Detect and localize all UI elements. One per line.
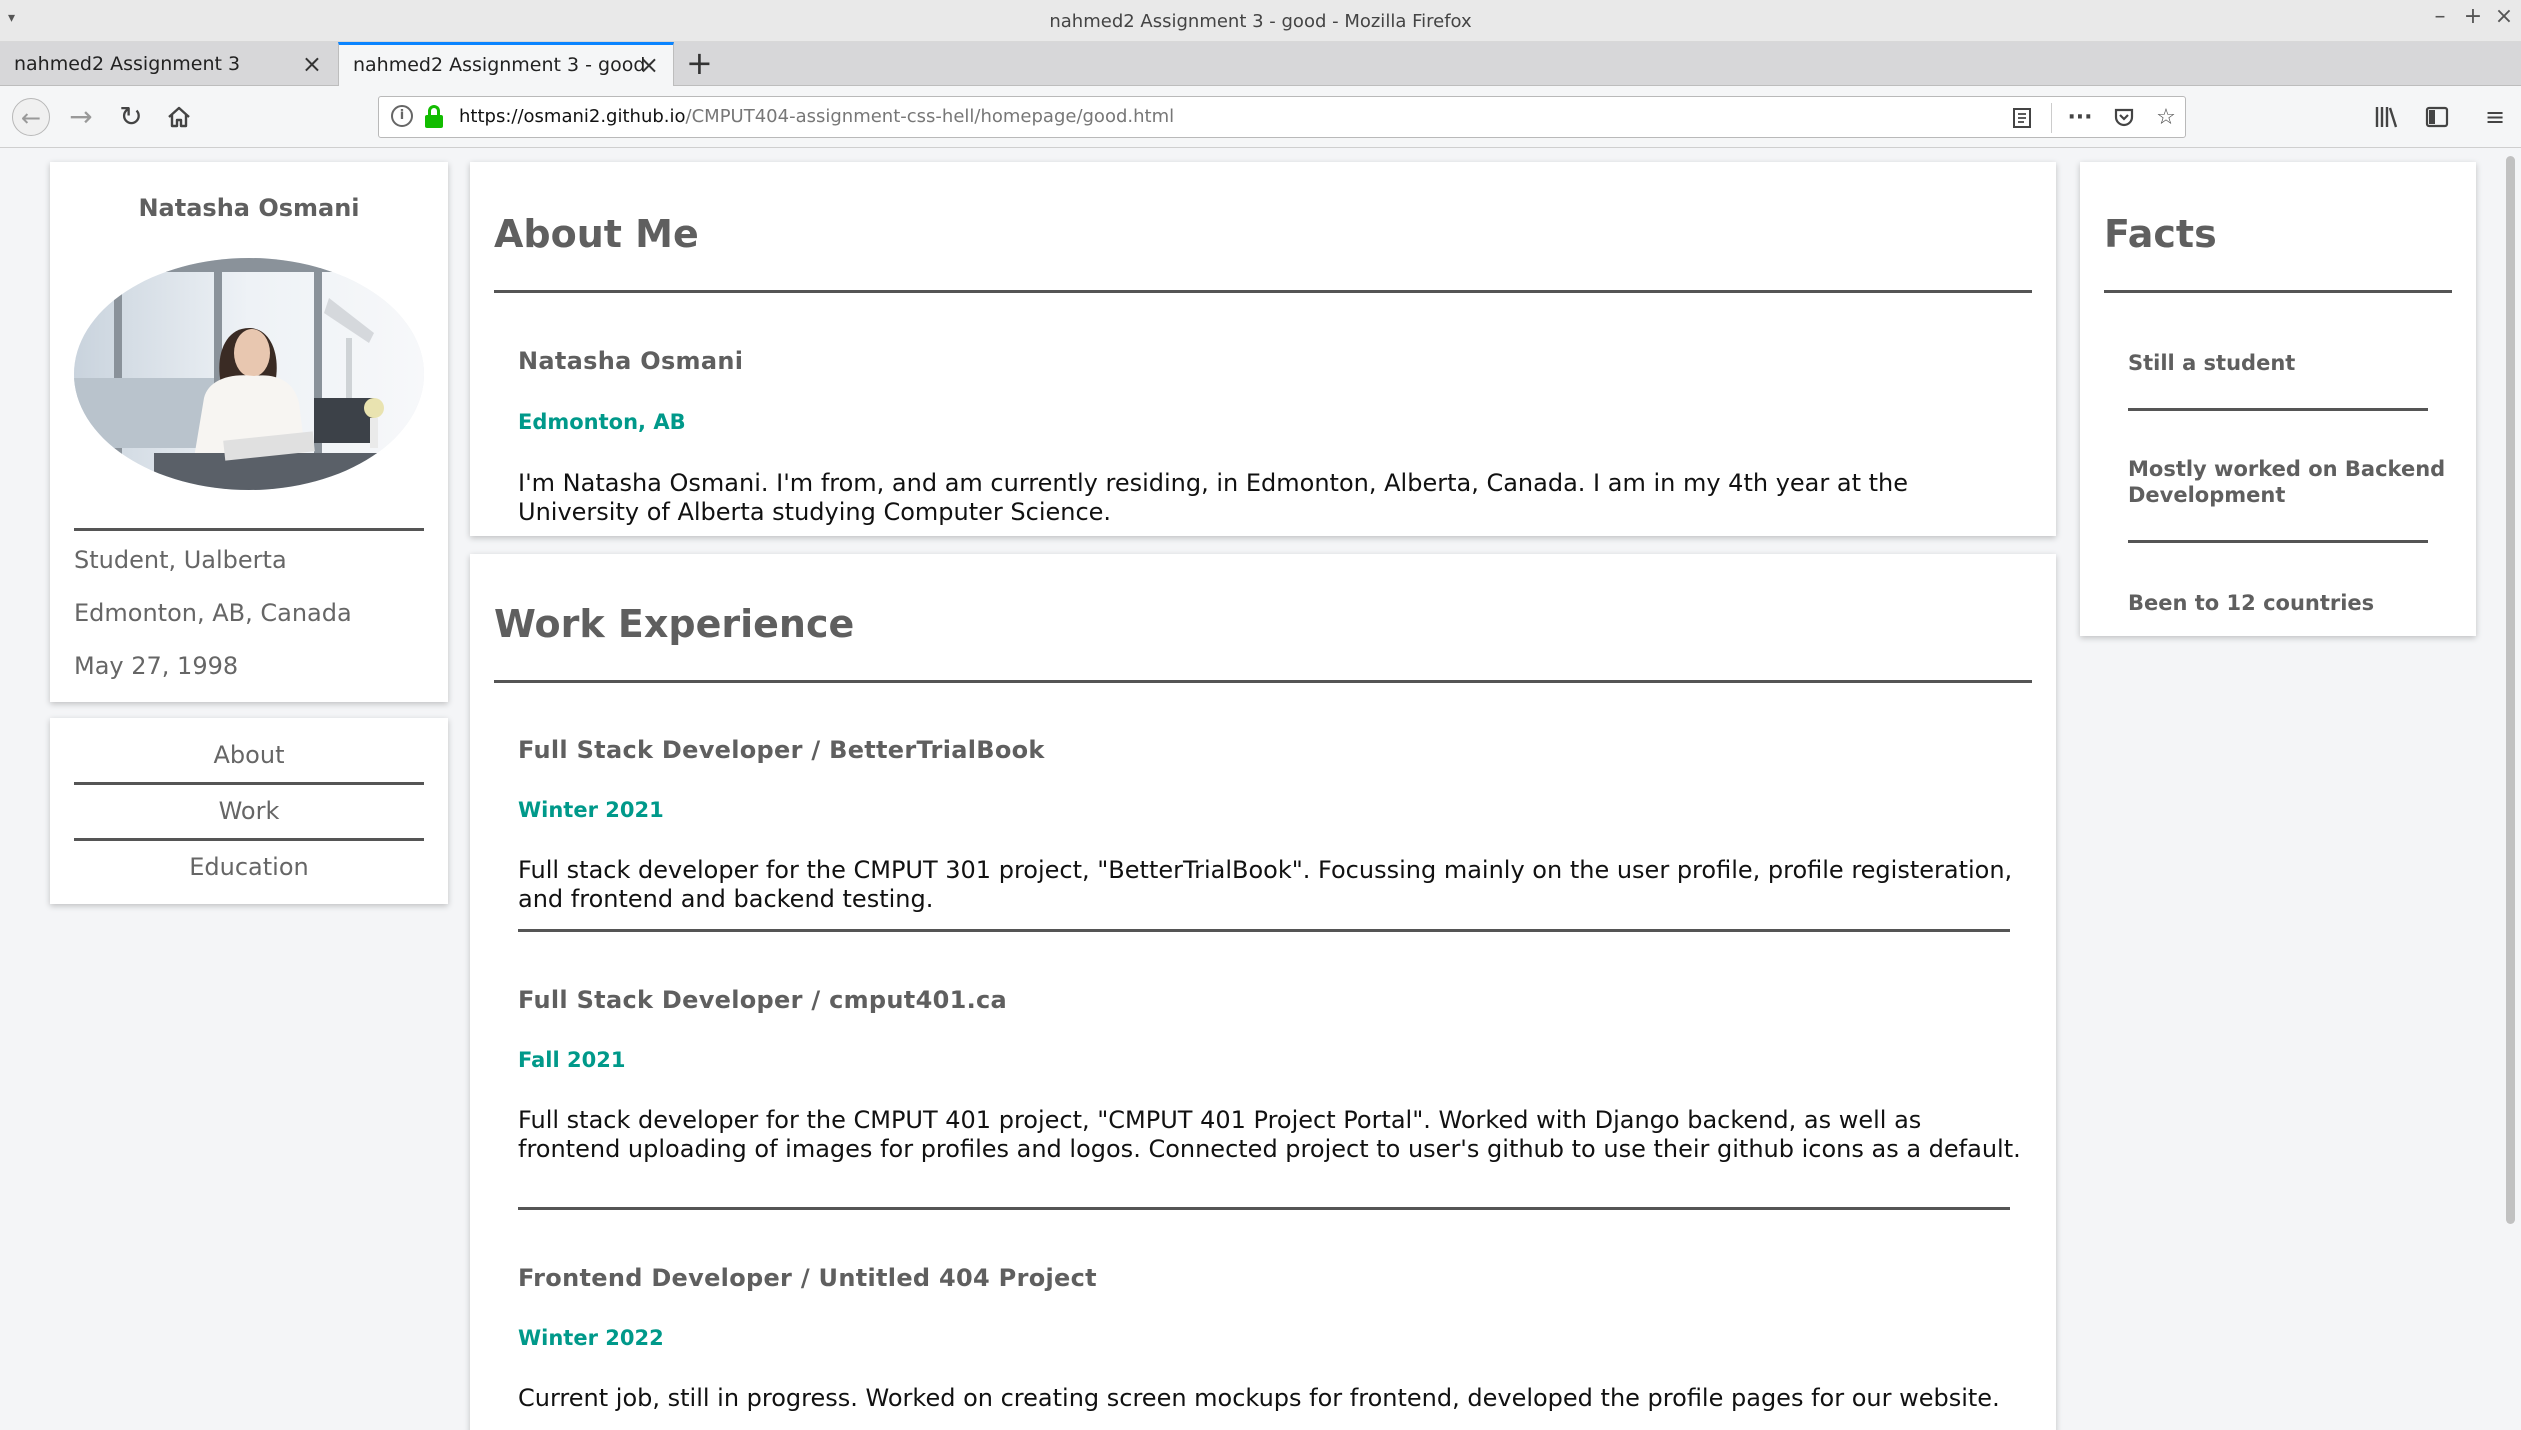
nav-link-about[interactable]: About (74, 728, 424, 783)
section-nav-card: About Work Education (50, 718, 448, 904)
url-text[interactable]: https://osmani2.github.io/CMPUT404-assig… (459, 97, 1174, 137)
job-date: Winter 2022 (518, 1326, 664, 1350)
tab-bar: nahmed2 Assignment 3 × nahmed2 Assignmen… (0, 42, 2521, 87)
tab-label: nahmed2 Assignment 3 (14, 53, 241, 75)
back-arrow-icon[interactable]: ← (12, 98, 50, 136)
fact-divider (2128, 540, 2428, 543)
fact-item: Mostly worked on Backend Development (2128, 457, 2446, 507)
job-description: Current job, still in progress. Worked o… (518, 1384, 2000, 1412)
about-card: About Me Natasha Osmani Edmonton, AB I'm… (470, 162, 2056, 536)
about-heading: About Me (494, 212, 699, 256)
close-tab-icon[interactable]: × (639, 45, 659, 85)
job-divider (518, 929, 2010, 932)
page-actions-icon[interactable]: ··· (2065, 103, 2095, 133)
about-location: Edmonton, AB (518, 410, 686, 434)
job-title: Full Stack Developer / BetterTrialBook (518, 736, 1045, 764)
new-tab-icon[interactable]: + (686, 42, 713, 86)
fact-divider (2128, 408, 2428, 411)
tab-assignment-3-good[interactable]: nahmed2 Assignment 3 - good × (338, 42, 674, 87)
site-info-icon[interactable]: i (391, 105, 413, 127)
close-window-icon[interactable]: × (2489, 4, 2519, 29)
nav-link-education[interactable]: Education (74, 840, 424, 895)
job-date: Fall 2021 (518, 1048, 626, 1072)
nav-link-work[interactable]: Work (74, 784, 424, 839)
fact-item: Still a student (2128, 351, 2296, 375)
maximize-icon[interactable]: + (2458, 4, 2488, 29)
facts-card: Facts Still a student Mostly worked on B… (2080, 162, 2476, 636)
url-separator (2051, 103, 2052, 133)
scrollbar-thumb[interactable] (2506, 156, 2515, 1224)
profile-name: Natasha Osmani (138, 194, 360, 222)
minimize-icon[interactable]: – (2425, 4, 2455, 29)
work-heading: Work Experience (494, 602, 855, 646)
close-tab-icon[interactable]: × (302, 42, 322, 86)
library-icon[interactable] (2368, 98, 2406, 136)
job-date: Winter 2021 (518, 798, 664, 822)
about-bio: I'm Natasha Osmani. I'm from, and am cur… (518, 469, 1908, 526)
facts-heading: Facts (2104, 212, 2217, 256)
bookmark-star-icon[interactable]: ☆ (2151, 103, 2181, 133)
profile-photo (74, 258, 424, 490)
window-title: nahmed2 Assignment 3 - good - Mozilla Fi… (1049, 11, 1472, 32)
hamburger-menu-icon[interactable]: ≡ (2476, 98, 2514, 136)
work-divider (494, 680, 2032, 683)
about-divider (494, 290, 2032, 293)
facts-divider (2104, 290, 2452, 293)
job-description: Full stack developer for the CMPUT 301 p… (518, 856, 2013, 913)
navigation-toolbar: ← → ↻ i https://osmani2.github.io/CMPUT4… (0, 86, 2521, 148)
pocket-icon[interactable] (2109, 103, 2139, 133)
profile-divider (74, 528, 424, 531)
about-name: Natasha Osmani (518, 347, 744, 375)
reload-icon[interactable]: ↻ (112, 98, 150, 136)
web-page: Natasha Osmani Student, Ualberta Edmonto… (0, 148, 2500, 1430)
job-description: Full stack developer for the CMPUT 401 p… (518, 1106, 2021, 1163)
job-title: Frontend Developer / Untitled 404 Projec… (518, 1264, 1097, 1292)
url-path: /CMPUT404-assignment-css-hell/homepage/g… (685, 106, 1175, 127)
fact-item: Been to 12 countries (2128, 591, 2375, 615)
lock-icon[interactable] (425, 105, 443, 128)
page-scrollbar[interactable] (2500, 148, 2521, 1430)
sidebar-icon[interactable] (2418, 98, 2456, 136)
profile-card: Natasha Osmani Student, Ualberta Edmonto… (50, 162, 448, 702)
home-icon[interactable] (160, 98, 198, 136)
reader-view-icon[interactable] (2007, 103, 2037, 133)
window-titlebar: ▾ nahmed2 Assignment 3 - good - Mozilla … (0, 0, 2521, 42)
profile-birthday: May 27, 1998 (74, 652, 239, 680)
profile-location: Edmonton, AB, Canada (74, 599, 352, 627)
job-divider (518, 1207, 2010, 1210)
work-experience-card: Work Experience Full Stack Developer / B… (470, 554, 2056, 1430)
tab-assignment-3[interactable]: nahmed2 Assignment 3 × (0, 42, 336, 86)
address-bar[interactable]: i https://osmani2.github.io/CMPUT404-ass… (378, 96, 2186, 138)
profile-role: Student, Ualberta (74, 546, 287, 574)
tab-label: nahmed2 Assignment 3 - good (353, 54, 646, 76)
url-domain: https://osmani2.github.io (459, 106, 686, 127)
job-title: Full Stack Developer / cmput401.ca (518, 986, 1008, 1014)
forward-arrow-icon[interactable]: → (62, 98, 100, 136)
